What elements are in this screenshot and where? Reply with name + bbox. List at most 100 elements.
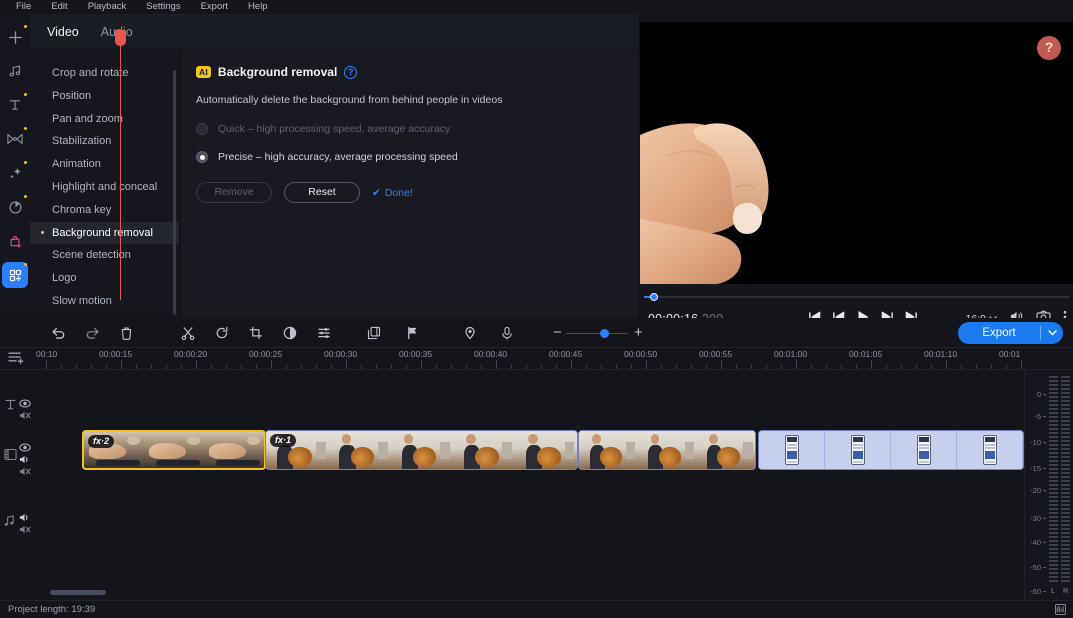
prop-highlight-and-conceal[interactable]: Highlight and conceal — [30, 176, 179, 199]
preview-seek-slider[interactable] — [644, 292, 1069, 302]
meter-toggle-icon[interactable] — [1055, 604, 1066, 618]
status-bar: Project length: 19:39 — [0, 600, 1073, 618]
zoom-knob[interactable] — [600, 329, 609, 338]
store-icon[interactable] — [2, 228, 28, 254]
clip-thumbnails — [266, 431, 577, 469]
delete-button[interactable] — [114, 321, 138, 345]
ruler-label: 00:00:35 — [399, 349, 432, 359]
option-quick[interactable]: Quick – high processing speed, average a… — [196, 123, 450, 135]
export-caret-icon[interactable] — [1041, 328, 1063, 338]
seek-track — [644, 296, 1069, 298]
playhead[interactable] — [120, 30, 121, 300]
more-tools-icon[interactable] — [2, 262, 28, 288]
ruler-label: 00:00:50 — [624, 349, 657, 359]
title-track-mute-icon[interactable] — [19, 408, 31, 426]
seek-knob[interactable] — [650, 293, 658, 301]
music-icon[interactable] — [2, 58, 28, 84]
transitions-icon[interactable] — [2, 126, 28, 152]
preview-hand-image — [640, 96, 857, 284]
reset-button[interactable]: Reset — [284, 182, 360, 203]
video-canvas[interactable]: ? — [640, 22, 1073, 284]
property-list: Crop and rotate Position Pan and zoom St… — [30, 50, 180, 318]
export-label: Export — [958, 327, 1040, 339]
radio-precise-icon[interactable] — [196, 151, 208, 163]
filters-icon[interactable] — [2, 160, 28, 186]
prop-logo[interactable]: Logo — [30, 267, 179, 290]
add-track-icon[interactable] — [8, 351, 24, 370]
zoom-in-button[interactable]: + — [634, 325, 643, 341]
clip-3[interactable] — [578, 430, 756, 470]
menu-export[interactable]: Export — [191, 0, 238, 14]
badge-dot — [24, 161, 27, 164]
color-adjust-button[interactable] — [278, 321, 302, 345]
audio-track-mute-icon[interactable] — [19, 522, 31, 540]
help-icon[interactable]: ? — [344, 66, 357, 79]
titles-icon[interactable] — [2, 92, 28, 118]
menu-edit[interactable]: Edit — [41, 0, 77, 14]
prop-background-removal[interactable]: Background removal — [30, 222, 179, 245]
prop-position[interactable]: Position — [30, 85, 179, 108]
stickers-icon[interactable] — [2, 194, 28, 220]
ruler-label: 00:00:30 — [324, 349, 357, 359]
record-audio-button[interactable] — [495, 321, 519, 345]
timeline-zoom-slider[interactable]: − + — [548, 325, 648, 341]
split-button[interactable] — [176, 321, 200, 345]
prop-pan-and-zoom[interactable]: Pan and zoom — [30, 108, 179, 131]
project-length-label: Project length: 19:39 — [8, 604, 95, 615]
more-tools-button[interactable] — [312, 321, 336, 345]
clip-1[interactable]: fx·2 — [82, 430, 266, 470]
playhead-handle[interactable] — [115, 30, 126, 46]
redo-button[interactable] — [80, 321, 104, 345]
title-track-icon — [4, 398, 17, 416]
timeline-horizontal-scrollbar[interactable] — [50, 590, 106, 595]
zoom-out-button[interactable]: − — [553, 325, 562, 341]
ruler-label: 00:00:20 — [174, 349, 207, 359]
crop-button[interactable] — [244, 321, 268, 345]
prop-scene-detection[interactable]: Scene detection — [30, 244, 179, 267]
ruler-label: 00:01 — [999, 349, 1020, 359]
panel-actions: Remove Reset ✔ Done! — [196, 182, 413, 203]
fx-badge[interactable]: fx·2 — [88, 435, 114, 448]
remove-button[interactable]: Remove — [196, 182, 272, 203]
export-button[interactable]: Export — [958, 322, 1063, 344]
menu-bar: File Edit Playback Settings Export Help — [0, 0, 1073, 14]
ruler-label: 00:00:45 — [549, 349, 582, 359]
clip-properties-button[interactable] — [362, 321, 386, 345]
property-list-scrollbar[interactable] — [173, 70, 176, 315]
left-toolbar — [0, 14, 30, 318]
menu-help[interactable]: Help — [238, 0, 278, 14]
background-removal-panel: AI Background removal ? Automatically de… — [181, 50, 640, 318]
clip-4[interactable] — [758, 430, 1024, 470]
add-media-icon[interactable] — [2, 24, 28, 50]
rotate-button[interactable] — [210, 321, 234, 345]
timeline-ruler[interactable]: 00:10 00:00:15 00:00:20 00:00:25 00:00:3… — [0, 348, 1073, 370]
option-precise[interactable]: Precise – high accuracy, average process… — [196, 151, 458, 163]
prop-slow-motion[interactable]: Slow motion — [30, 290, 179, 313]
radio-quick-icon[interactable] — [196, 123, 208, 135]
clip-2[interactable]: fx·1 — [265, 430, 578, 470]
ruler-label: 00:00:40 — [474, 349, 507, 359]
prop-chroma-key[interactable]: Chroma key — [30, 199, 179, 222]
help-fab-button[interactable]: ? — [1037, 36, 1061, 60]
meter-scale: 0-5-10-15-20-30-40-50-60 — [1025, 376, 1047, 588]
undo-button[interactable] — [46, 321, 70, 345]
menu-file[interactable]: File — [6, 0, 41, 14]
prop-label: Background removal — [52, 227, 153, 239]
tab-video[interactable]: Video — [47, 14, 79, 50]
ruler-label: 00:00:15 — [99, 349, 132, 359]
audio-level-meter: 0-5-10-15-20-30-40-50-60 L R — [1024, 370, 1073, 600]
marker-button[interactable] — [400, 321, 424, 345]
done-label: Done! — [385, 187, 413, 199]
menu-settings[interactable]: Settings — [136, 0, 190, 14]
ai-badge: AI — [196, 66, 211, 78]
menu-playback[interactable]: Playback — [78, 0, 137, 14]
badge-dot — [24, 25, 27, 28]
prop-crop-and-rotate[interactable]: Crop and rotate — [30, 62, 179, 85]
badge-dot — [24, 127, 27, 130]
meter-channel-left: L — [1051, 586, 1055, 595]
prop-stabilization[interactable]: Stabilization — [30, 130, 179, 153]
panel-preview-divider — [639, 14, 640, 318]
record-video-button[interactable] — [458, 321, 482, 345]
prop-animation[interactable]: Animation — [30, 153, 179, 176]
fx-badge[interactable]: fx·1 — [270, 434, 296, 447]
